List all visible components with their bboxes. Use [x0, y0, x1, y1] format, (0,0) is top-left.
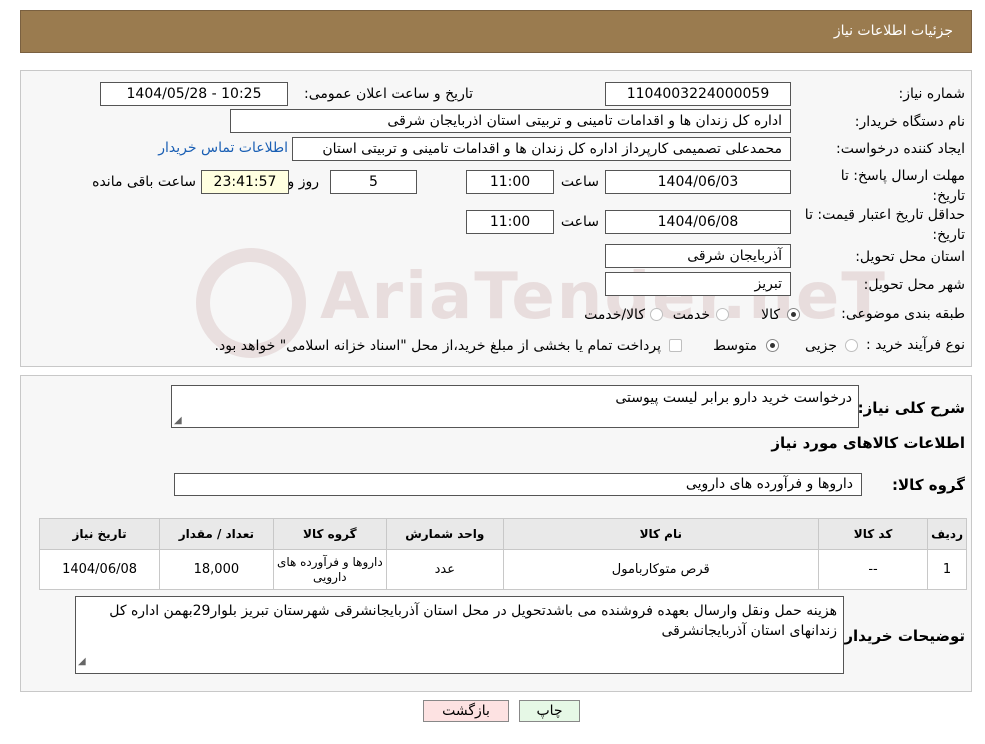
need-number-field: 1104003224000059	[605, 82, 791, 106]
announce-label: تاریخ و ساعت اعلان عمومی:	[304, 86, 473, 102]
col-goods-group: گروه کالا	[272, 518, 388, 550]
goods-group-field: داروها و فرآورده های دارویی	[174, 473, 862, 496]
cell-need-date: 1404/06/08	[38, 549, 161, 590]
summary-textarea[interactable]: درخواست خرید دارو برابر لیست پیوستی ◢	[171, 385, 859, 428]
goods-table: ردیف کد کالا نام کالا واحد شمارش گروه کا…	[38, 518, 967, 590]
resize-grip-icon[interactable]: ◢	[174, 415, 182, 426]
validity-time-field: 11:00	[466, 210, 554, 234]
col-item-code: کد کالا	[818, 518, 929, 550]
validity-label: حداقل تاریخ اعتبار قیمت: تا تاریخ:	[804, 207, 965, 243]
buyer-contact-link[interactable]: اطلاعات تماس خریدار	[158, 140, 288, 156]
treasury-payment-note: پرداخت تمام یا بخشی از مبلغ خرید،از محل …	[214, 338, 661, 354]
buyer-org-label: نام دستگاه خریدار:	[854, 114, 965, 130]
cell-goods-group: داروها و فرآورده های دارویی	[272, 549, 388, 590]
col-need-date: تاریخ نیاز	[38, 518, 161, 550]
buyer-notes-text: هزینه حمل ونقل وارسال بعهده فروشنده می ب…	[109, 603, 837, 639]
process-label: نوع فرآیند خرید :	[866, 337, 965, 353]
table-row: 1 -- قرص متوکاربامول عدد داروها و فرآورد…	[38, 549, 967, 590]
page-title: جزئیات اطلاعات نیاز	[833, 23, 953, 39]
cell-item-name: قرص متوکاربامول	[502, 549, 820, 590]
creator-field: محمدعلی تصمیمی کارپرداز اداره کل زندان ه…	[292, 137, 791, 161]
category-option-goods: کالا	[761, 307, 780, 323]
city-label: شهر محل تحویل:	[863, 277, 965, 293]
remaining-time-field: 23:41:57	[201, 170, 289, 194]
cell-row-number: 1	[927, 549, 967, 590]
col-unit: واحد شمارش	[386, 518, 504, 550]
buyer-notes-label: توضیحات خریدار:	[838, 627, 965, 645]
process-option-minor: جزیی	[805, 338, 837, 354]
category-label: طبقه بندی موضوعی:	[841, 306, 965, 322]
col-item-name: نام کالا	[502, 518, 820, 550]
province-field: آذربایجان شرقی	[605, 244, 791, 268]
back-button[interactable]: بازگشت	[423, 700, 509, 722]
process-radio-minor[interactable]	[845, 339, 858, 352]
deadline-date-field: 1404/06/03	[605, 170, 791, 194]
cell-quantity: 18,000	[159, 549, 274, 590]
days-label: روز و	[287, 174, 320, 190]
table-header-row: ردیف کد کالا نام کالا واحد شمارش گروه کا…	[38, 518, 967, 550]
process-radio-medium[interactable]	[766, 339, 779, 352]
page-header: جزئیات اطلاعات نیاز	[20, 10, 972, 53]
city-field: تبریز	[605, 272, 791, 296]
process-option-medium: متوسط	[713, 338, 757, 354]
deadline-time-field: 11:00	[466, 170, 554, 194]
buyer-org-field: اداره کل زندان ها و اقدامات تامینی و ترب…	[230, 109, 791, 133]
category-option-service: خدمت	[672, 307, 710, 323]
col-row-number: ردیف	[927, 518, 967, 550]
category-radio-goods-service[interactable]	[650, 308, 663, 321]
cell-item-code: --	[818, 549, 929, 590]
print-button[interactable]: چاپ	[519, 700, 580, 722]
summary-label: شرح کلی نیاز:	[857, 399, 965, 417]
validity-time-label: ساعت	[560, 214, 599, 230]
goods-info-title: اطلاعات کالاهای مورد نیاز	[771, 434, 965, 452]
buyer-notes-textarea[interactable]: هزینه حمل ونقل وارسال بعهده فروشنده می ب…	[75, 596, 844, 674]
goods-group-label: گروه کالا:	[892, 476, 965, 494]
summary-text: درخواست خرید دارو برابر لیست پیوستی	[615, 390, 852, 406]
province-label: استان محل تحویل:	[855, 249, 965, 265]
validity-date-field: 1404/06/08	[605, 210, 791, 234]
cell-unit: عدد	[386, 549, 504, 590]
treasury-payment-checkbox[interactable]	[669, 339, 682, 352]
category-radio-service[interactable]	[716, 308, 729, 321]
remaining-label: ساعت باقی مانده	[92, 174, 196, 190]
resize-grip-icon[interactable]: ◢	[78, 652, 86, 672]
deadline-time-label: ساعت	[560, 174, 599, 190]
deadline-label: مهلت ارسال پاسخ: تا تاریخ:	[840, 168, 965, 204]
need-number-label: شماره نیاز:	[898, 86, 966, 102]
col-quantity: تعداد / مقدار	[159, 518, 274, 550]
category-radio-goods[interactable]	[787, 308, 800, 321]
announce-field: 1404/05/28 - 10:25	[100, 82, 288, 106]
creator-label: ایجاد کننده درخواست:	[836, 141, 965, 157]
days-remaining-field: 5	[330, 170, 417, 194]
category-option-goods-service: کالا/خدمت	[584, 307, 645, 323]
